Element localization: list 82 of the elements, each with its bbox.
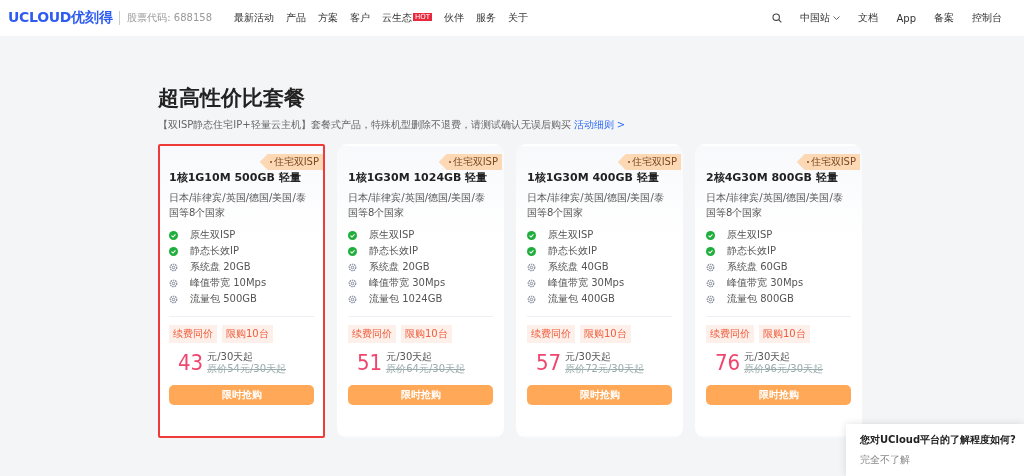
- feature-text: 峰值带宽 10Mps: [190, 276, 267, 290]
- feature-text: 系统盘 20GB: [369, 260, 430, 274]
- nav-link[interactable]: 文档: [858, 11, 879, 25]
- plan-badge: 住宅双ISP: [796, 154, 860, 170]
- price-unit: 元/30天起: [744, 351, 792, 363]
- plan-description: 日本/菲律宾/英国/德国/美国/泰国等8个国家: [706, 191, 844, 220]
- plan-title: 1核1G30M 1024GB 轻量: [348, 170, 489, 185]
- feature-text: 原生双ISP: [727, 228, 773, 242]
- check-circle-icon: [348, 230, 357, 240]
- nav-item[interactable]: 方案: [318, 11, 338, 25]
- nav-link[interactable]: 备案: [934, 11, 954, 25]
- feature-text: 流量包 1024GB: [369, 292, 443, 306]
- feature-text: 静态长效IP: [190, 244, 239, 258]
- feature-text: 流量包 400GB: [548, 292, 615, 306]
- promo-tag: 限购10台: [580, 325, 631, 343]
- price: 76: [715, 349, 741, 377]
- check-circle-icon: [527, 246, 536, 256]
- feature-text: 流量包 800GB: [727, 292, 794, 306]
- nav-item[interactable]: 关于: [508, 11, 529, 25]
- price-unit: 元/30天起: [207, 351, 255, 363]
- section-title: 超高性价比套餐: [158, 85, 306, 112]
- plan-description: 日本/菲律宾/英国/德国/美国/泰国等8个国家: [527, 191, 665, 220]
- check-circle-icon: [348, 246, 357, 256]
- feature-text: 系统盘 20GB: [190, 260, 251, 274]
- check-circle-icon: [169, 246, 178, 256]
- feature-text: 系统盘 60GB: [727, 260, 788, 274]
- nav-item[interactable]: 伙伴: [444, 11, 465, 25]
- promo-tag: 限购10台: [759, 325, 810, 343]
- feature-text: 原生双ISP: [548, 228, 594, 242]
- plan-title: 2核4G30M 800GB 轻量: [706, 170, 839, 185]
- check-circle-icon: [706, 246, 715, 256]
- nav-item[interactable]: 客户: [350, 11, 370, 25]
- original-price: 原价96元/30天起: [744, 363, 823, 375]
- plan-badge: 住宅双ISP: [438, 154, 502, 170]
- check-circle-icon: [527, 230, 536, 240]
- nav-item[interactable]: 最新活动: [234, 11, 274, 25]
- check-circle-icon: [169, 230, 178, 240]
- promo-tag: 限购10台: [222, 325, 273, 343]
- nav-item[interactable]: 云生态 $^{HOT}$: [382, 11, 433, 25]
- rules-link[interactable]: 活动细则 >: [573, 119, 626, 130]
- price-unit: 元/30天起: [386, 351, 434, 363]
- nav-link[interactable]: App: [896, 12, 916, 24]
- chevron-down-icon: [833, 16, 841, 20]
- promo-tag: 续费同价: [348, 325, 396, 343]
- logo[interactable]: UCLOUD优刻得: [8, 9, 113, 27]
- survey-question: 您对UCloud平台的了解程度如何?: [860, 433, 1017, 447]
- nav-link[interactable]: 控制台: [972, 11, 1002, 25]
- region-selector[interactable]: 中国站: [800, 11, 841, 25]
- feature-text: 静态长效IP: [369, 244, 418, 258]
- original-price: 原价72元/30天起: [565, 363, 644, 375]
- feature-text: 静态长效IP: [727, 244, 776, 258]
- plan-description: 日本/菲律宾/英国/德国/美国/泰国等8个国家: [348, 191, 486, 220]
- feature-text: 流量包 500GB: [190, 292, 257, 306]
- original-price: 原价54元/30天起: [207, 363, 286, 375]
- survey-option[interactable]: 完全不了解: [860, 453, 1024, 467]
- plan-title: 1核1G10M 500GB 轻量: [169, 170, 302, 185]
- promo-tag: 续费同价: [169, 325, 217, 343]
- price-unit: 元/30天起: [565, 351, 613, 363]
- search-icon[interactable]: [772, 13, 783, 23]
- feature-text: 静态长效IP: [548, 244, 597, 258]
- plan-description: 日本/菲律宾/英国/德国/美国/泰国等8个国家: [169, 191, 307, 220]
- stock-code: 股票代码: 688158: [127, 11, 212, 25]
- promo-tag: 续费同价: [706, 325, 754, 343]
- nav-item[interactable]: 产品: [286, 11, 306, 25]
- plan-badge: 住宅双ISP: [259, 154, 323, 170]
- plan-title: 1核1G30M 400GB 轻量: [527, 170, 660, 185]
- feature-text: 峰值带宽 30Mps: [727, 276, 804, 290]
- price: 57: [536, 349, 562, 377]
- section-subtitle: 【双ISP静态住宅IP+轻量云主机】套餐式产品，特殊机型删除不退费，请测试确认无误后购买: [158, 119, 571, 130]
- feature-text: 原生双ISP: [369, 228, 415, 242]
- check-circle-icon: [706, 230, 715, 240]
- feature-text: 原生双ISP: [190, 228, 236, 242]
- feature-text: 峰值带宽 30Mps: [369, 276, 446, 290]
- promo-tag: 续费同价: [527, 325, 575, 343]
- feature-text: 峰值带宽 30Mps: [548, 276, 625, 290]
- price: 51: [357, 349, 383, 377]
- plan-badge: 住宅双ISP: [617, 154, 681, 170]
- feature-text: 系统盘 40GB: [548, 260, 609, 274]
- promo-tag: 限购10台: [401, 325, 452, 343]
- original-price: 原价64元/30天起: [386, 363, 465, 375]
- price: 43: [178, 349, 204, 377]
- nav-item[interactable]: 服务: [476, 11, 497, 25]
